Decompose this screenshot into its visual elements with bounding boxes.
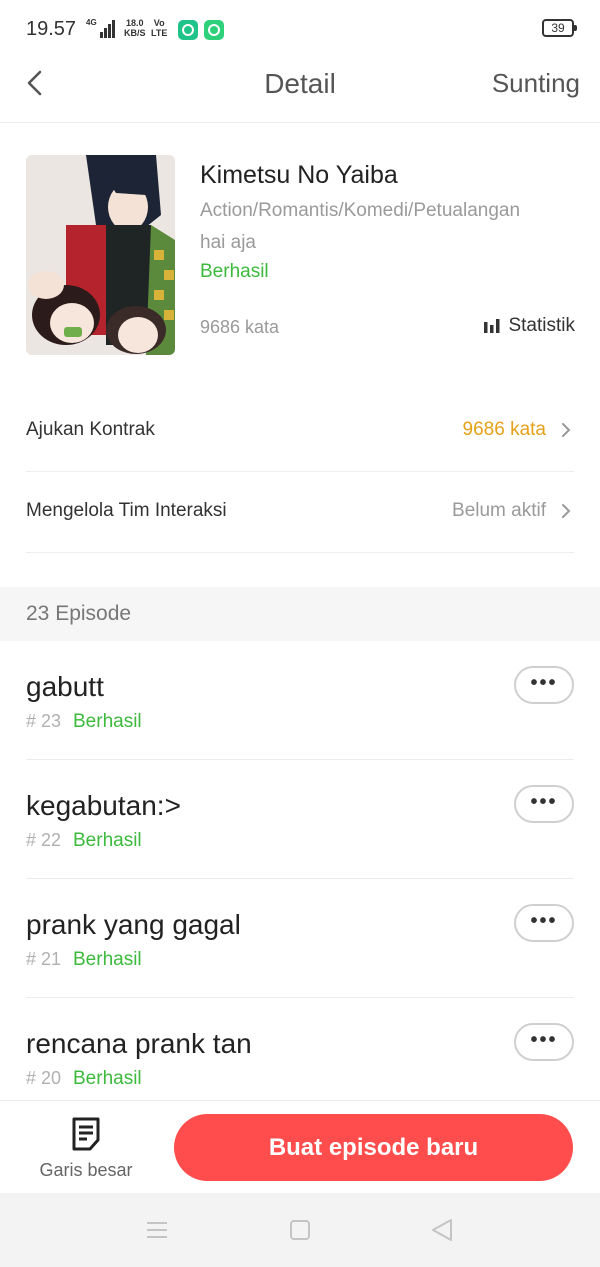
battery-icon: 39 xyxy=(542,19,577,37)
row-value: Belum aktif xyxy=(452,500,546,521)
episode-status: Berhasil xyxy=(73,949,142,970)
volte-indicator: Vo LTE xyxy=(151,18,168,38)
row-label: Ajukan Kontrak xyxy=(26,419,155,440)
list-item[interactable]: prank yang gagal # 21 Berhasil ••• xyxy=(26,879,574,998)
book-title: Kimetsu No Yaiba xyxy=(200,161,398,189)
episode-number: # 22 xyxy=(26,830,62,850)
notification-app-icon xyxy=(204,20,224,40)
episode-status: Berhasil xyxy=(73,711,142,732)
book-info: Kimetsu No Yaiba Action/Romantis/Komedi/… xyxy=(0,123,600,383)
new-episode-button[interactable]: Buat episode baru xyxy=(174,1114,573,1181)
episode-status: Berhasil xyxy=(73,830,142,851)
status-bar: 19.57 4G 18.0 KB/S Vo LTE 39 xyxy=(0,0,600,58)
book-description: hai aja xyxy=(200,232,256,253)
interaction-team-row[interactable]: Mengelola Tim Interaksi Belum aktif xyxy=(26,472,574,553)
outline-button[interactable]: Garis besar xyxy=(26,1116,146,1186)
episode-status: Berhasil xyxy=(73,1068,142,1089)
chevron-right-icon xyxy=(562,423,571,437)
episode-title: rencana prank tan xyxy=(26,1028,252,1059)
more-options-button[interactable]: ••• xyxy=(514,904,574,942)
statistics-button[interactable]: Statistik xyxy=(484,315,575,337)
statistics-label: Statistik xyxy=(508,315,575,336)
book-word-count: 9686 kata xyxy=(200,317,280,337)
row-label: Mengelola Tim Interaksi xyxy=(26,500,227,521)
system-nav-bar xyxy=(0,1193,600,1267)
home-square-icon[interactable] xyxy=(287,1217,313,1243)
more-options-button[interactable]: ••• xyxy=(514,666,574,704)
episode-number: # 21 xyxy=(26,949,62,969)
list-item[interactable]: kegabutan:> # 22 Berhasil ••• xyxy=(26,760,574,879)
book-cover-image[interactable] xyxy=(26,155,175,355)
list-item[interactable]: gabutt # 23 Berhasil ••• xyxy=(26,641,574,760)
episode-number: # 23 xyxy=(26,711,62,731)
book-status: Berhasil xyxy=(200,261,269,282)
signal-icon: 4G xyxy=(86,18,115,38)
top-app-bar: Detail Sunting xyxy=(0,58,600,123)
network-speed: 18.0 KB/S xyxy=(124,18,146,38)
outline-label: Garis besar xyxy=(39,1160,133,1180)
back-triangle-icon[interactable] xyxy=(429,1217,455,1243)
episode-section-header: 23 Episode xyxy=(0,587,600,641)
menu-icon[interactable] xyxy=(144,1217,170,1243)
episode-title: kegabutan:> xyxy=(26,790,181,821)
episode-number: # 20 xyxy=(26,1068,62,1088)
more-options-button[interactable]: ••• xyxy=(514,785,574,823)
notification-app-icon xyxy=(178,20,198,40)
edit-button[interactable]: Sunting xyxy=(492,68,580,99)
bar-chart-icon xyxy=(484,319,500,333)
more-options-button[interactable]: ••• xyxy=(514,1023,574,1061)
bottom-action-bar: Garis besar Buat episode baru xyxy=(0,1100,600,1193)
status-time: 19.57 xyxy=(26,18,77,40)
episode-title: prank yang gagal xyxy=(26,909,241,940)
chevron-right-icon xyxy=(562,504,571,518)
contract-row[interactable]: Ajukan Kontrak 9686 kata xyxy=(26,391,574,472)
outline-doc-icon xyxy=(72,1117,100,1151)
book-genre: Action/Romantis/Komedi/Petualangan xyxy=(200,200,521,221)
row-value: 9686 kata xyxy=(462,419,546,440)
episode-title: gabutt xyxy=(26,671,104,702)
episode-count: 23 Episode xyxy=(26,602,132,625)
